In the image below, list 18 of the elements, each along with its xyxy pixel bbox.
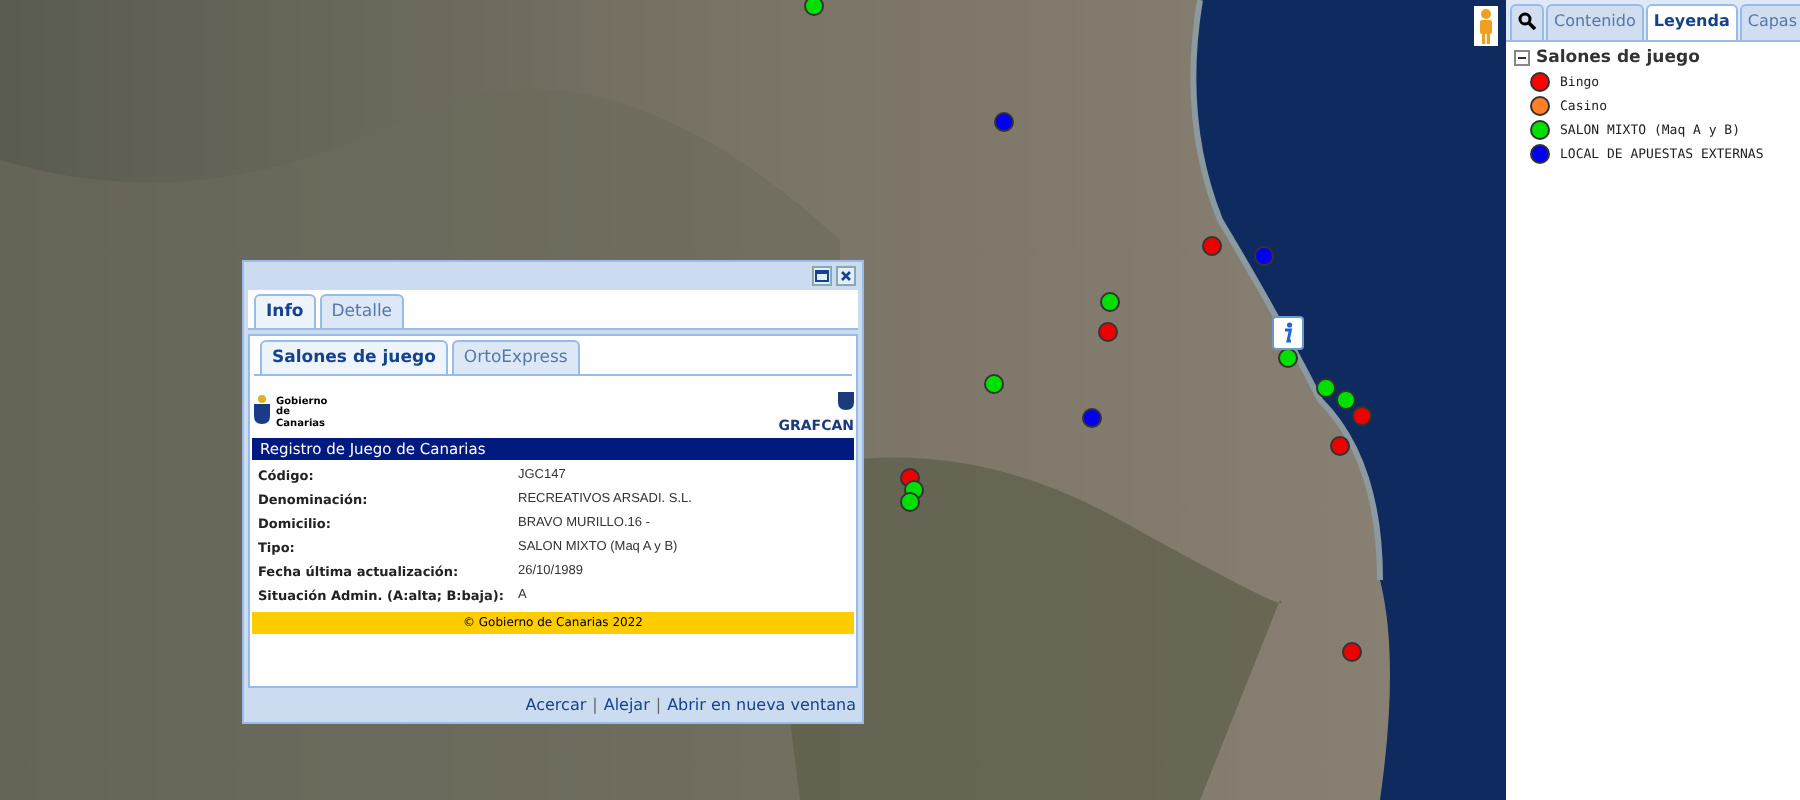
info-icon[interactable]: [1272, 316, 1304, 350]
tab[interactable]: Detalle: [319, 294, 405, 328]
link[interactable]: Acercar: [525, 696, 587, 714]
maximize-icon[interactable]: [812, 266, 832, 286]
tab[interactable]: Info: [254, 294, 316, 328]
tab[interactable]: OrtoExpress: [451, 340, 580, 374]
link[interactable]: Abrir en nueva ventana: [667, 696, 856, 714]
link[interactable]: Alejar: [603, 696, 650, 714]
search-tab[interactable]: [1510, 4, 1544, 40]
tab[interactable]: Salones de juego: [260, 340, 448, 374]
separator: |: [592, 696, 598, 714]
separator: |: [655, 696, 662, 714]
tab[interactable]: Leyenda: [1645, 4, 1738, 40]
map-marker[interactable]: [804, 0, 824, 16]
legend-title: Salones de juego: [1536, 48, 1700, 68]
collapse-icon[interactable]: [1514, 50, 1530, 66]
search-icon: [1518, 12, 1536, 30]
close-icon[interactable]: [836, 266, 856, 286]
